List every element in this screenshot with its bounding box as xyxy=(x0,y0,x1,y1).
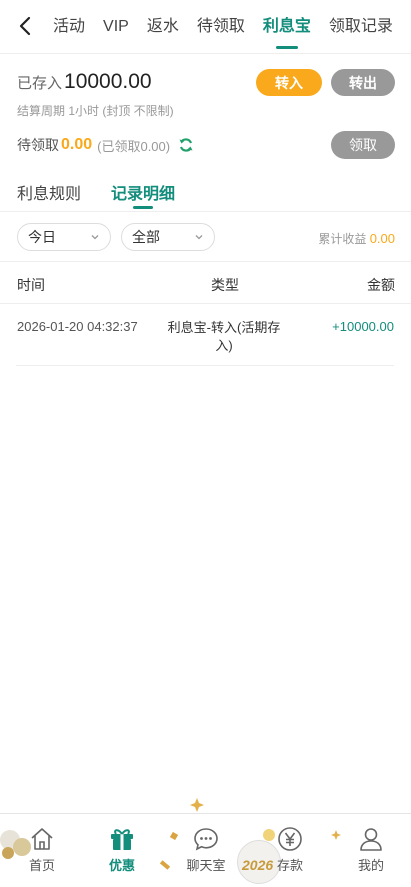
pending-amount: 0.00 xyxy=(61,136,93,153)
cumulative-label: 累计收益 xyxy=(318,232,367,246)
nav-home-label: 首页 xyxy=(28,858,55,873)
deposited-value: 10000.00 xyxy=(64,70,152,93)
home-icon xyxy=(31,828,53,850)
date-filter-select[interactable]: 今日 xyxy=(17,223,111,251)
refresh-icon[interactable] xyxy=(178,137,194,153)
tab-activity[interactable]: 活动 xyxy=(44,0,94,53)
nav-promotions-label: 优惠 xyxy=(108,858,135,873)
row-amount: +10000.00 xyxy=(332,319,394,334)
tab-rebate[interactable]: 返水 xyxy=(138,0,188,53)
table-header: 时间 类型 金额 xyxy=(0,262,411,304)
pending-row: 待领取 0.00 (已领取0.00) xyxy=(17,135,194,155)
transfer-in-button[interactable]: 转入 xyxy=(256,69,322,96)
cumulative-earnings: 累计收益 0.00 xyxy=(318,230,395,247)
confetti-icon xyxy=(159,860,171,870)
tab-pending[interactable]: 待领取 xyxy=(188,0,254,53)
nav-home[interactable]: 首页 xyxy=(12,826,72,874)
row-time: 2026-01-20 04:32:37 xyxy=(17,319,138,334)
user-icon xyxy=(360,828,382,851)
nav-deposit-label: 存款 xyxy=(276,858,303,873)
tab-vip[interactable]: VIP xyxy=(94,0,138,53)
header-amount: 金额 xyxy=(367,277,395,293)
tab-record-details[interactable]: 记录明细 xyxy=(111,180,175,209)
transfer-out-button[interactable]: 转出 xyxy=(331,69,395,96)
nav-promotions[interactable]: 优惠 xyxy=(92,826,152,874)
nav-profile-label: 我的 xyxy=(357,858,384,873)
bottom-nav: 2026 首页 优惠 聊天室 存款 我的 xyxy=(0,798,411,887)
gift-icon xyxy=(111,829,133,850)
tab-claim-records[interactable]: 领取记录 xyxy=(320,0,402,53)
row-type: 利息宝-转入(活期存入) xyxy=(167,320,281,353)
nav-deposit[interactable]: 存款 xyxy=(260,826,320,874)
date-filter-value: 今日 xyxy=(28,229,56,245)
nav-profile[interactable]: 我的 xyxy=(341,826,401,874)
yen-icon xyxy=(278,827,302,851)
chevron-down-icon xyxy=(91,235,99,240)
pending-label: 待领取 xyxy=(17,137,59,153)
deposited-label: 已存入 xyxy=(17,75,63,92)
tab-bar: 活动 VIP 返水 待领取 利息宝 领取记录 xyxy=(44,0,402,53)
chat-icon xyxy=(194,828,218,851)
back-icon[interactable] xyxy=(12,13,38,39)
type-filter-select[interactable]: 全部 xyxy=(121,223,215,251)
header-time: 时间 xyxy=(17,277,45,293)
header-type: 类型 xyxy=(211,277,239,293)
tab-interest[interactable]: 利息宝 xyxy=(254,0,320,53)
claim-button[interactable]: 领取 xyxy=(331,131,395,159)
deposited-summary: 已存入 10000.00 xyxy=(17,70,152,94)
claimed-amount: (已领取0.00) xyxy=(97,138,171,154)
sub-tabs: 利息规则 记录明细 xyxy=(0,168,411,212)
star-icon xyxy=(190,798,204,812)
nav-chatroom-label: 聊天室 xyxy=(186,858,226,873)
table-row: 2026-01-20 04:32:37 利息宝-转入(活期存入) +10000.… xyxy=(16,304,394,366)
cumulative-amount: 0.00 xyxy=(369,231,395,246)
star-icon xyxy=(331,830,341,840)
filter-bar: 今日 全部 累计收益 0.00 xyxy=(0,212,411,262)
nav-chatroom[interactable]: 聊天室 xyxy=(176,826,236,874)
chevron-down-icon xyxy=(195,235,203,240)
tab-interest-rules[interactable]: 利息规则 xyxy=(17,180,81,204)
top-nav: 活动 VIP 返水 待领取 利息宝 领取记录 xyxy=(0,0,411,54)
type-filter-value: 全部 xyxy=(132,229,160,245)
settlement-cycle: 结算周期 1小时 (封顶 不限制) xyxy=(17,104,174,118)
